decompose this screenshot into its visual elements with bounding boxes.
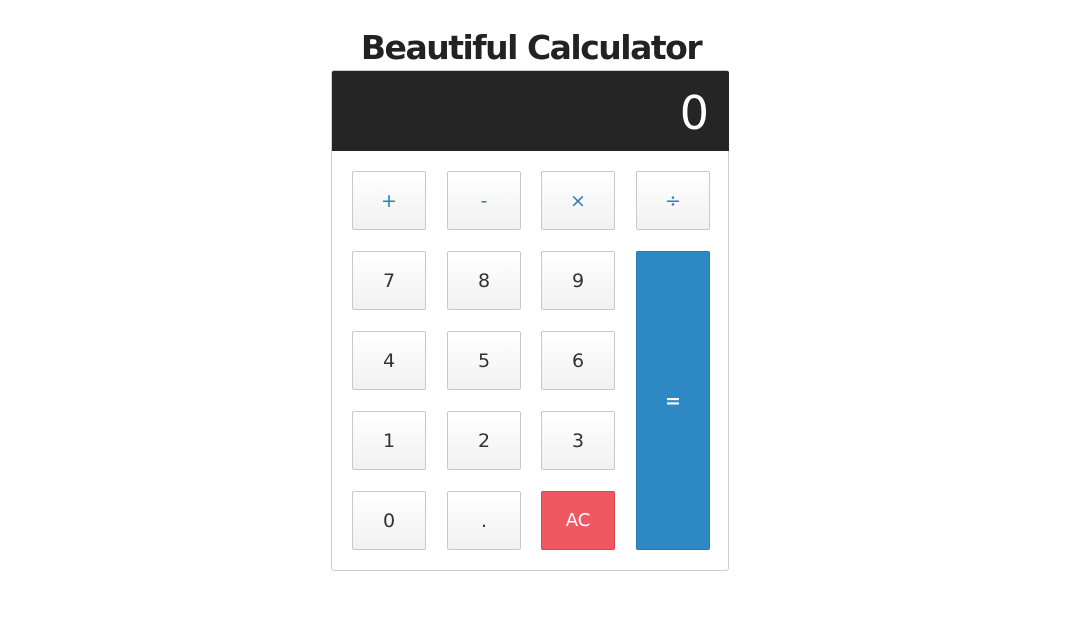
multiply-button[interactable]: × <box>541 171 615 230</box>
equal-button[interactable]: = <box>636 251 710 550</box>
add-button[interactable]: + <box>352 171 426 230</box>
all-clear-button[interactable]: AC <box>541 491 615 550</box>
digit-4-button[interactable]: 4 <box>352 331 426 390</box>
digit-3-button[interactable]: 3 <box>541 411 615 470</box>
subtract-button[interactable]: - <box>447 171 521 230</box>
digit-7-button[interactable]: 7 <box>352 251 426 310</box>
calculator: 0 + - × ÷ 7 8 9 = 4 5 6 1 2 3 0 . AC <box>331 70 729 571</box>
digit-9-button[interactable]: 9 <box>541 251 615 310</box>
digit-5-button[interactable]: 5 <box>447 331 521 390</box>
digit-1-button[interactable]: 1 <box>352 411 426 470</box>
digit-8-button[interactable]: 8 <box>447 251 521 310</box>
digit-6-button[interactable]: 6 <box>541 331 615 390</box>
digit-2-button[interactable]: 2 <box>447 411 521 470</box>
digit-0-button[interactable]: 0 <box>352 491 426 550</box>
page-title: Beautiful Calculator <box>360 28 703 68</box>
decimal-button[interactable]: . <box>447 491 521 550</box>
divide-button[interactable]: ÷ <box>636 171 710 230</box>
calculator-display: 0 <box>332 71 729 151</box>
